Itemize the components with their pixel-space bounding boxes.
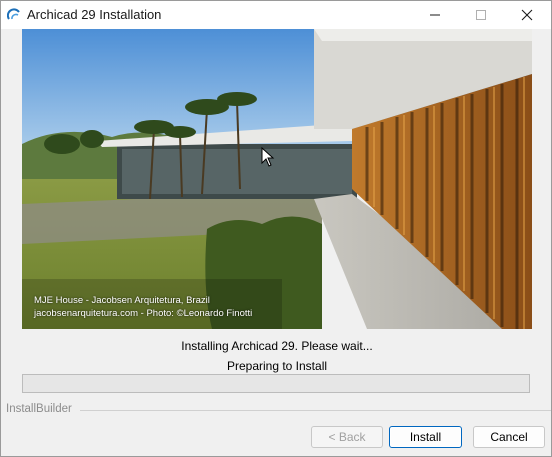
footer-divider xyxy=(80,410,551,411)
install-status-message: Installing Archicad 29. Please wait... xyxy=(181,339,373,353)
installbuilder-label: InstallBuilder xyxy=(6,403,72,415)
minimize-icon xyxy=(430,14,440,16)
maximize-button[interactable] xyxy=(458,1,504,29)
house-photo xyxy=(22,29,532,329)
minimize-button[interactable] xyxy=(412,1,458,29)
photo-caption-credit: jacobsenarquitetura.com - Photo: ©Leonar… xyxy=(34,308,253,319)
close-button[interactable] xyxy=(504,1,550,29)
progress-bar xyxy=(22,374,530,393)
hero-image: MJE House - Jacobsen Arquitetura, Brazil… xyxy=(22,29,532,329)
close-icon xyxy=(521,9,533,21)
archicad-logo-icon xyxy=(7,8,20,20)
cancel-button[interactable]: Cancel xyxy=(473,426,545,448)
title-bar[interactable]: Archicad 29 Installation xyxy=(1,1,551,29)
window-title: Archicad 29 Installation xyxy=(27,7,162,22)
install-button[interactable]: Install xyxy=(389,426,462,448)
mouse-cursor-icon xyxy=(261,147,275,167)
installer-window: Archicad 29 Installation MJE House - Jac… xyxy=(0,0,552,457)
photo-caption-title: MJE House - Jacobsen Arquitetura, Brazil xyxy=(34,295,210,306)
back-button[interactable]: < Back xyxy=(311,426,383,448)
maximize-icon xyxy=(476,10,486,20)
install-step-label: Preparing to Install xyxy=(226,359,328,373)
